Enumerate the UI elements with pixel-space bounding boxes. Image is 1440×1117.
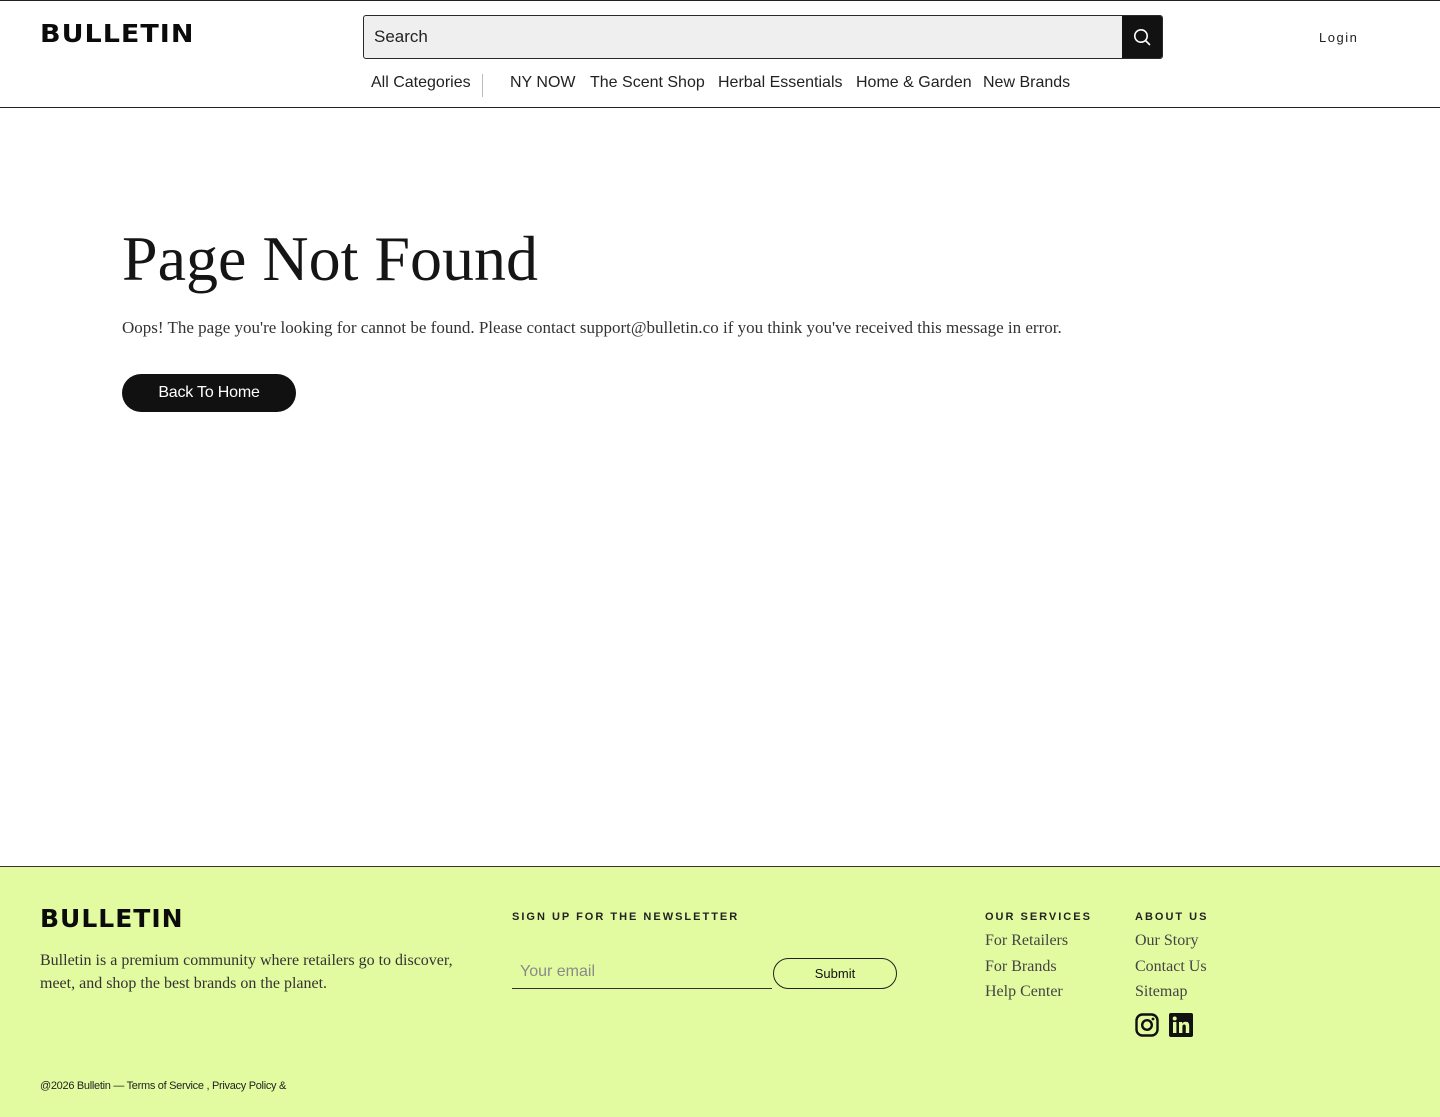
services-heading: OUR SERVICES <box>985 911 1092 923</box>
newsletter-email-field[interactable] <box>512 955 772 989</box>
bulletin-logo[interactable]: BULLETIN <box>40 20 194 49</box>
footer-link-for-retailers[interactable]: For Retailers <box>985 932 1068 950</box>
nav-item-scent-shop[interactable]: The Scent Shop <box>590 74 705 92</box>
linkedin-icon[interactable] <box>1169 1013 1193 1037</box>
footer-link-help-center[interactable]: Help Center <box>985 983 1063 1001</box>
search-bar <box>363 15 1163 59</box>
legal-separator: , <box>203 1080 212 1092</box>
newsletter-heading: SIGN UP FOR THE NEWSLETTER <box>512 911 740 923</box>
footer-link-for-brands[interactable]: For Brands <box>985 958 1057 976</box>
newsletter-submit-button[interactable]: Submit <box>773 958 897 989</box>
privacy-link[interactable]: Privacy Policy & <box>212 1080 286 1092</box>
search-input[interactable] <box>364 16 1123 58</box>
search-button[interactable] <box>1122 16 1162 58</box>
nav-item-home-garden[interactable]: Home & Garden <box>856 74 972 92</box>
nav-divider <box>482 74 483 97</box>
page-title: Page Not Found <box>122 223 538 294</box>
error-message: Oops! The page you're looking for cannot… <box>122 318 1062 337</box>
terms-link[interactable]: Terms of Service <box>127 1080 204 1092</box>
nav-item-all-categories[interactable]: All Categories <box>371 74 471 92</box>
site-footer: BULLETIN Bulletin is a premium community… <box>0 866 1440 1117</box>
footer-link-contact-us[interactable]: Contact Us <box>1135 958 1207 976</box>
copyright-text: @2026 Bulletin — <box>40 1080 127 1092</box>
about-heading: ABOUT US <box>1135 911 1209 923</box>
legal-line: @2026 Bulletin — Terms of Service , Priv… <box>40 1080 286 1092</box>
footer-link-our-story[interactable]: Our Story <box>1135 932 1199 950</box>
login-link[interactable]: Login <box>1319 30 1358 45</box>
footer-description: Bulletin is a premium community where re… <box>40 952 453 992</box>
nav-item-herbal-essentials[interactable]: Herbal Essentials <box>718 74 843 92</box>
back-to-home-button[interactable]: Back To Home <box>122 374 296 412</box>
nav-item-new-brands[interactable]: New Brands <box>983 74 1070 92</box>
instagram-icon[interactable] <box>1135 1013 1159 1037</box>
search-icon <box>1134 29 1151 46</box>
footer-logo[interactable]: BULLETIN <box>40 904 184 933</box>
footer-link-sitemap[interactable]: Sitemap <box>1135 983 1187 1001</box>
site-header: BULLETIN Login All Categories NY NOW The… <box>0 0 1440 108</box>
nav-item-ny-now[interactable]: NY NOW <box>510 74 575 92</box>
